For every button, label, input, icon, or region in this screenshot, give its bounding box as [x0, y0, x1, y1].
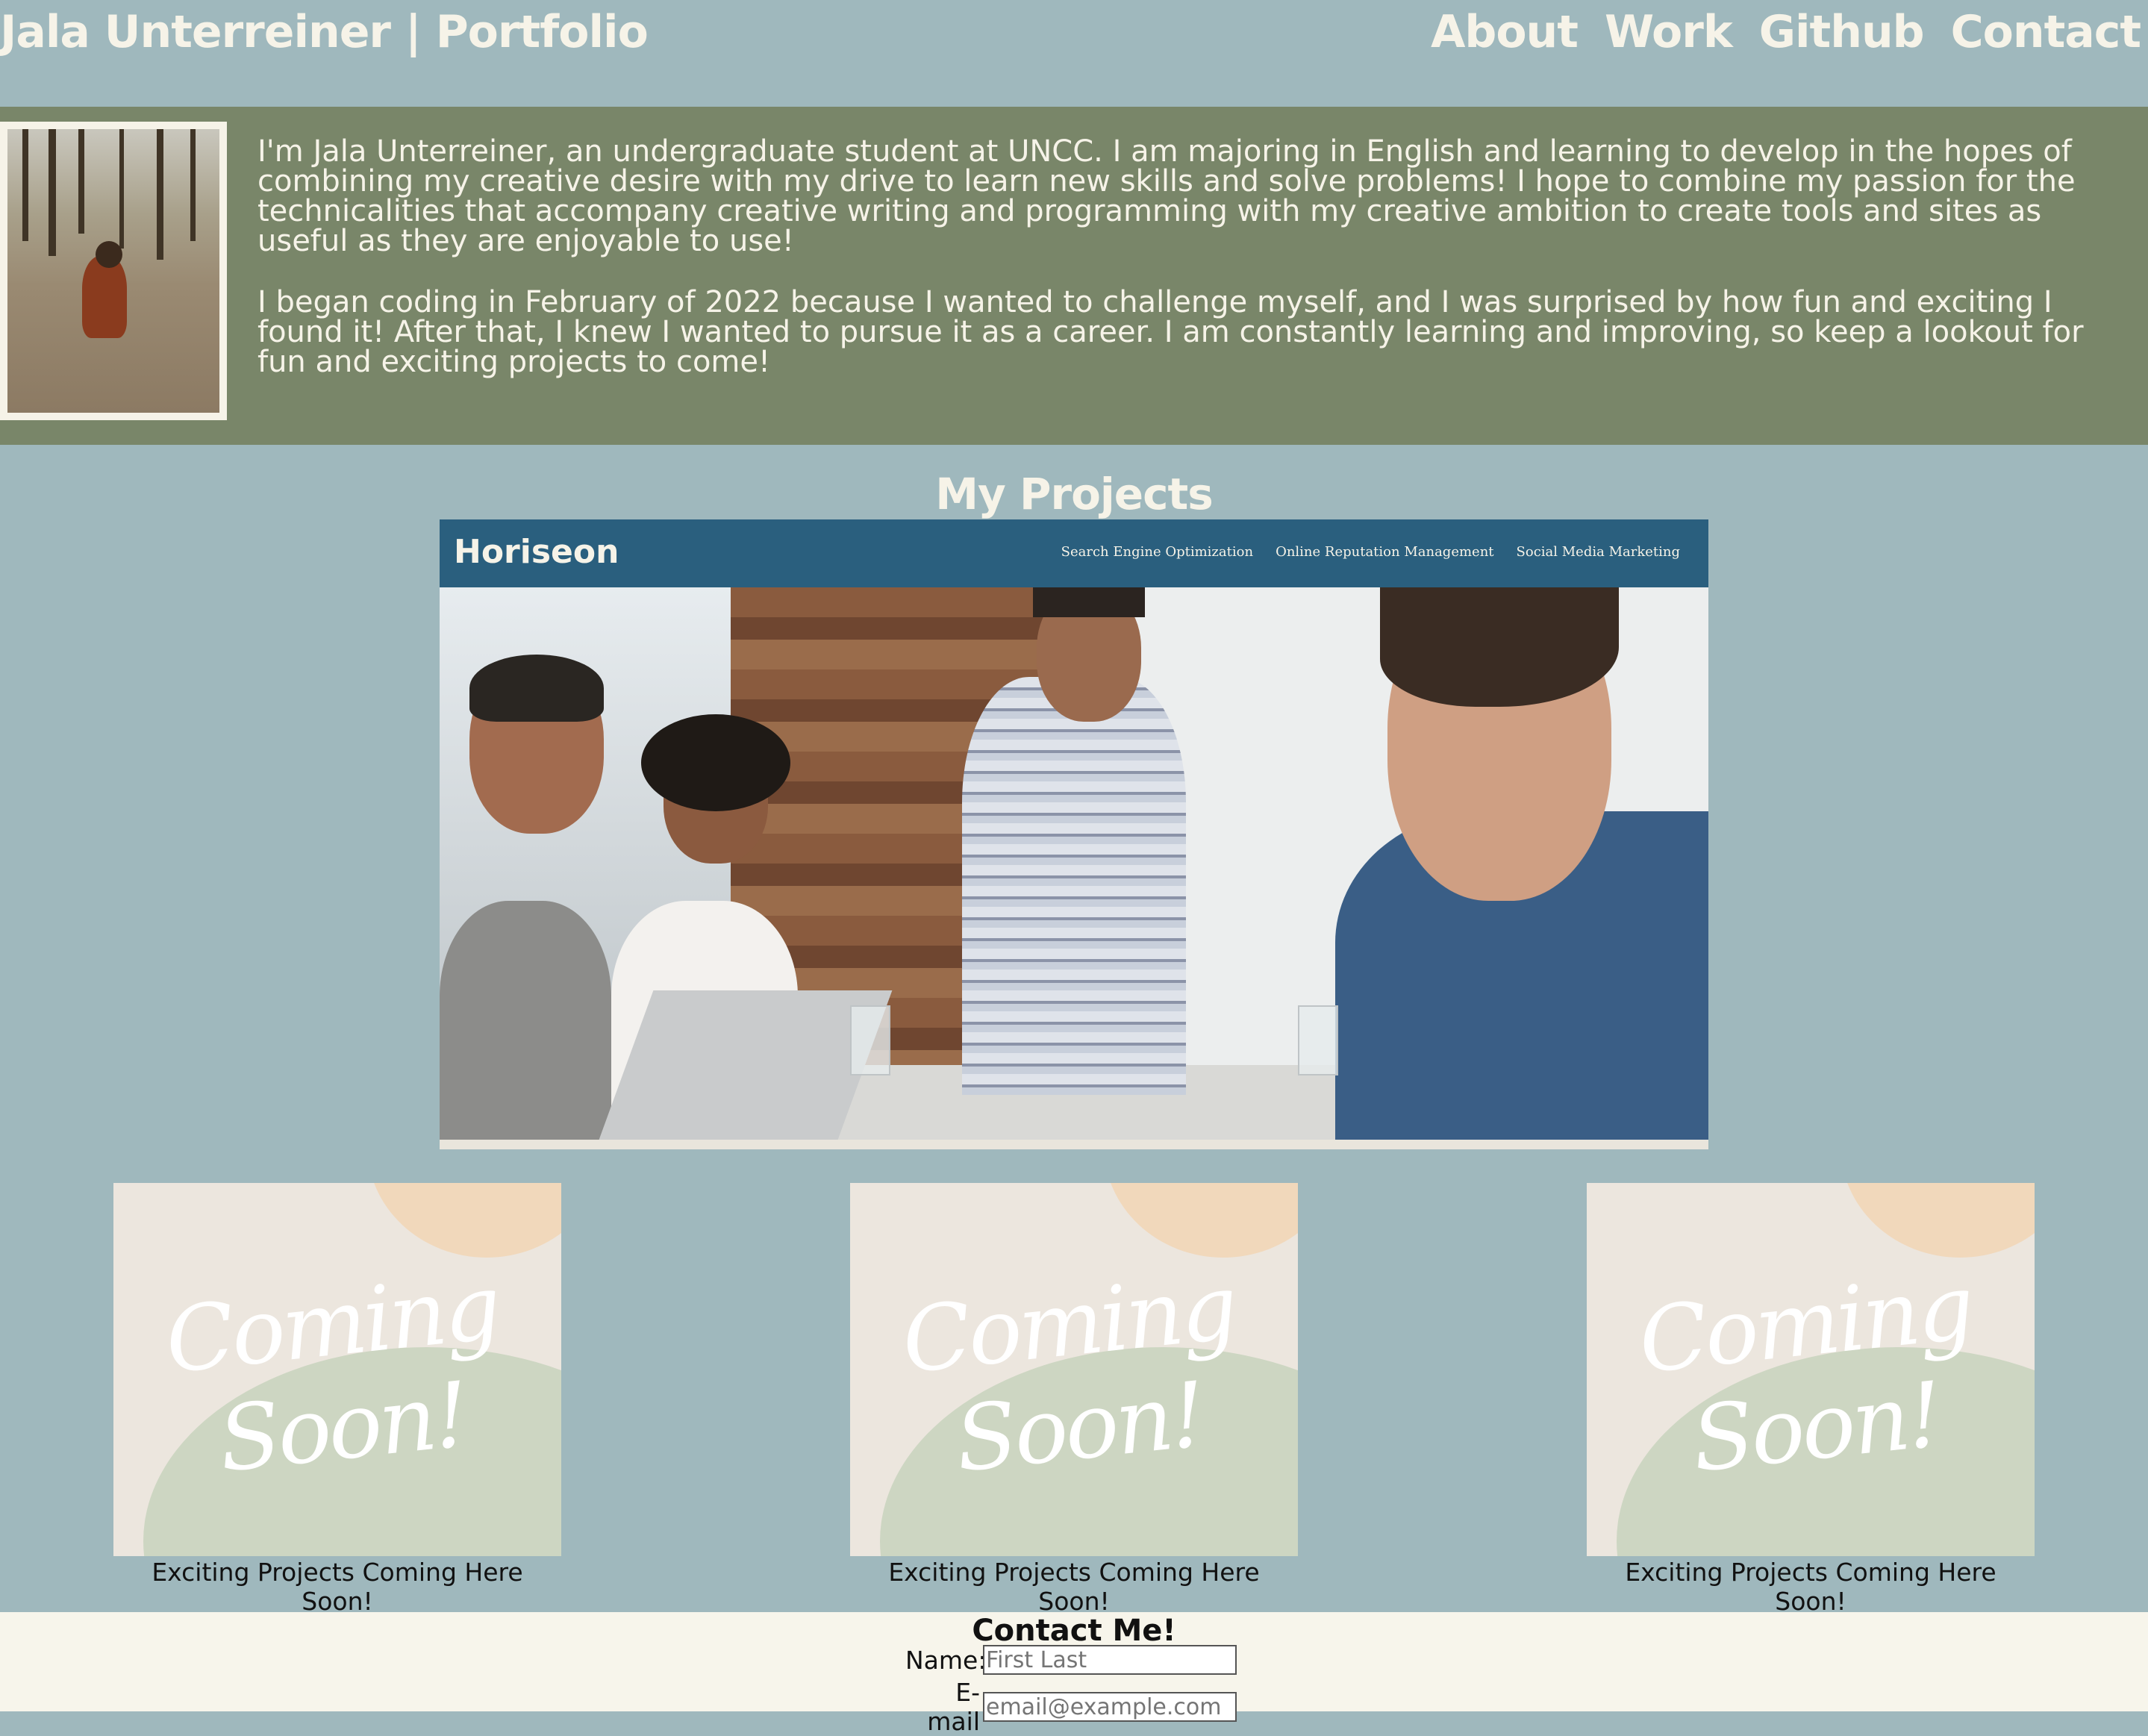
nav-github-link[interactable]: Github — [1759, 6, 1925, 58]
email-row: E-mail — [905, 1678, 1237, 1736]
featured-nav-item: Search Engine Optimization — [1061, 544, 1254, 560]
about-bio: I'm Jala Unterreiner, an undergraduate s… — [257, 137, 2131, 408]
featured-project-brand: Horiseon — [454, 533, 619, 571]
featured-project-navbar: Horiseon Search Engine Optimization Onli… — [440, 519, 1708, 587]
bio-paragraph: I'm Jala Unterreiner, an undergraduate s… — [257, 134, 2076, 258]
nav-about-link[interactable]: About — [1431, 6, 1579, 58]
coming-soon-image: Coming Soon! — [1587, 1183, 2035, 1556]
coming-soon-image: Coming Soon! — [850, 1183, 1298, 1556]
project-card-caption: Exciting Projects Coming Here Soon! — [152, 1558, 523, 1616]
profile-photo-image — [7, 129, 219, 413]
project-card[interactable]: Coming Soon! Exciting Projects Coming He… — [850, 1183, 1298, 1616]
nav-work-link[interactable]: Work — [1605, 6, 1733, 58]
project-card-caption: Exciting Projects Coming Here Soon! — [888, 1558, 1260, 1616]
contact-section: Contact Me! Name: E-mail — [0, 1612, 2148, 1736]
project-card[interactable]: Coming Soon! Exciting Projects Coming He… — [113, 1183, 561, 1616]
email-label: E-mail — [927, 1678, 980, 1736]
about-section: I'm Jala Unterreiner, an undergraduate s… — [0, 107, 2148, 445]
projects-heading: My Projects — [935, 469, 1214, 519]
main-nav: About Work Github Contact — [1431, 6, 2141, 58]
featured-project-hero-image — [440, 587, 1708, 1140]
nav-contact-link[interactable]: Contact — [1951, 6, 2141, 58]
site-title: Jala Unterreiner | Portfolio — [0, 6, 649, 58]
featured-project-horiseon[interactable]: Horiseon Search Engine Optimization Onli… — [440, 519, 1708, 1149]
name-input[interactable] — [983, 1645, 1237, 1675]
name-label: Name: — [905, 1645, 987, 1675]
email-input[interactable] — [983, 1692, 1237, 1722]
project-cards: Coming Soon! Exciting Projects Coming He… — [0, 1183, 2148, 1616]
name-row: Name: — [905, 1645, 1237, 1675]
bio-paragraph: I began coding in February of 2022 becau… — [257, 285, 2084, 379]
project-card-caption: Exciting Projects Coming Here Soon! — [1625, 1558, 1996, 1616]
project-card[interactable]: Coming Soon! Exciting Projects Coming He… — [1587, 1183, 2035, 1616]
site-header: Jala Unterreiner | Portfolio About Work … — [0, 0, 2148, 107]
featured-project-nav: Search Engine Optimization Online Reputa… — [1061, 544, 1680, 560]
featured-nav-item: Online Reputation Management — [1276, 544, 1494, 560]
coming-soon-image: Coming Soon! — [113, 1183, 561, 1556]
profile-photo — [0, 122, 227, 420]
contact-heading: Contact Me! — [972, 1614, 1176, 1648]
featured-nav-item: Social Media Marketing — [1516, 544, 1680, 560]
